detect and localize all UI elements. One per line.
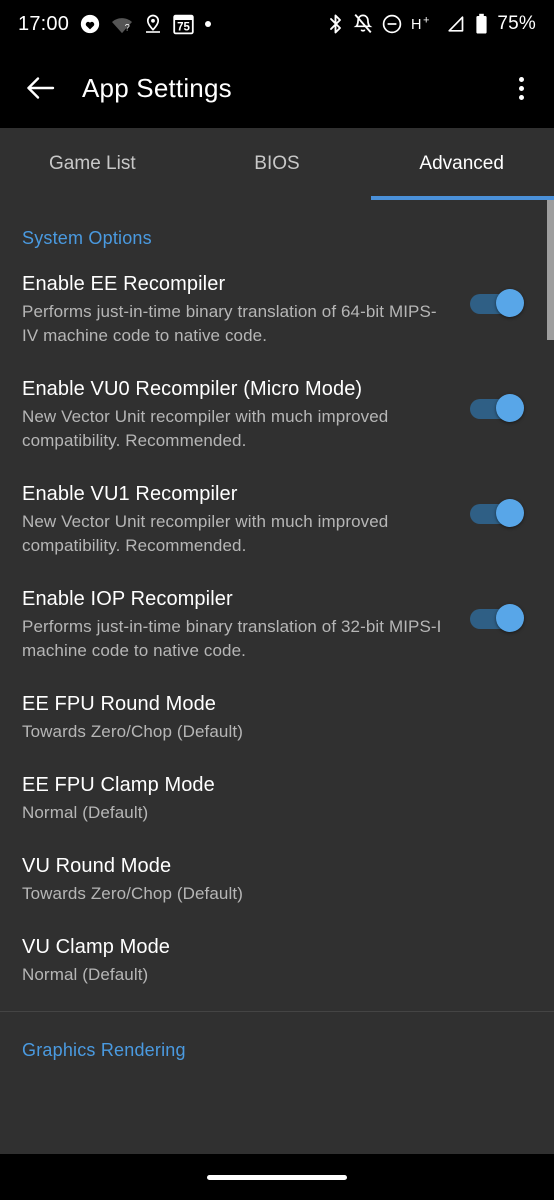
tab-label: Advanced: [419, 153, 504, 174]
app-bar: App Settings: [0, 48, 554, 128]
toggle-switch-iop-recompiler[interactable]: [470, 604, 524, 632]
setting-description: New Vector Unit recompiler with much imp…: [22, 407, 389, 450]
page-title: App Settings: [82, 72, 232, 103]
setting-row-enable-vu0-recompiler[interactable]: Enable VU0 Recompiler (Micro Mode) New V…: [0, 358, 554, 463]
overflow-dot-icon: [519, 94, 524, 100]
toggle-switch-vu0-recompiler[interactable]: [470, 394, 524, 422]
setting-value: Towards Zero/Chop (Default): [22, 884, 243, 903]
toggle-thumb: [496, 604, 524, 632]
row-text: VU Round Mode Towards Zero/Chop (Default…: [22, 853, 532, 906]
setting-row-enable-ee-recompiler[interactable]: Enable EE Recompiler Performs just-in-ti…: [0, 253, 554, 358]
svg-text:H: H: [411, 17, 421, 33]
calendar-icon: 75: [173, 14, 194, 35]
row-text: Enable IOP Recompiler Performs just-in-t…: [22, 586, 462, 663]
setting-row-vu-clamp-mode[interactable]: VU Clamp Mode Normal (Default): [0, 916, 554, 997]
tab-advanced[interactable]: Advanced: [369, 128, 554, 200]
setting-row-enable-iop-recompiler[interactable]: Enable IOP Recompiler Performs just-in-t…: [0, 568, 554, 673]
setting-title: VU Round Mode: [22, 855, 172, 877]
setting-title: EE FPU Clamp Mode: [22, 774, 215, 796]
notifications-muted-icon: [353, 13, 373, 35]
toggle-thumb: [496, 499, 524, 527]
section-header-graphics-rendering: Graphics Rendering: [22, 1040, 186, 1060]
overflow-dot-icon: [519, 85, 524, 91]
row-text: EE FPU Clamp Mode Normal (Default): [22, 772, 532, 825]
settings-list[interactable]: System Options Enable EE Recompiler Perf…: [0, 200, 554, 1154]
row-text: Enable EE Recompiler Performs just-in-ti…: [22, 271, 462, 348]
scrollbar-thumb[interactable]: [547, 200, 554, 340]
tab-bar: Game List BIOS Advanced: [0, 128, 554, 200]
toggle-thumb: [496, 394, 524, 422]
setting-description: Performs just-in-time binary translation…: [22, 302, 437, 345]
system-navigation-bar: [0, 1154, 554, 1200]
setting-title: Enable VU0 Recompiler (Micro Mode): [22, 378, 363, 400]
section-header-system-options: System Options: [22, 228, 152, 248]
dot-icon: [205, 21, 212, 27]
row-text: Enable VU1 Recompiler New Vector Unit re…: [22, 481, 462, 558]
setting-title: Enable EE Recompiler: [22, 273, 226, 295]
svg-text:?: ?: [125, 22, 130, 32]
back-button[interactable]: [10, 75, 72, 101]
battery-percentage: 75%: [497, 13, 536, 34]
setting-row-enable-vu1-recompiler[interactable]: Enable VU1 Recompiler New Vector Unit re…: [0, 463, 554, 568]
overflow-dot-icon: [519, 76, 524, 82]
toggle-container: [462, 481, 532, 527]
setting-row-vu-round-mode[interactable]: VU Round Mode Towards Zero/Chop (Default…: [0, 835, 554, 916]
toggle-container: [462, 586, 532, 632]
setting-row-ee-fpu-round-mode[interactable]: EE FPU Round Mode Towards Zero/Chop (Def…: [0, 673, 554, 754]
toggle-switch-vu1-recompiler[interactable]: [470, 499, 524, 527]
phone-screen: 17:00 ? 75 H + 75% App Settings Game Lis…: [0, 0, 554, 1200]
tab-bios[interactable]: BIOS: [185, 128, 370, 200]
toggle-container: [462, 271, 532, 317]
row-text: VU Clamp Mode Normal (Default): [22, 934, 532, 987]
status-bar: 17:00 ? 75 H + 75%: [0, 0, 554, 48]
signal-icon: [446, 14, 466, 34]
setting-value: Normal (Default): [22, 803, 149, 822]
wifi-unknown-icon: ?: [111, 14, 133, 34]
toggle-switch-ee-recompiler[interactable]: [470, 289, 524, 317]
setting-title: Enable VU1 Recompiler: [22, 483, 238, 505]
tab-label: BIOS: [254, 153, 300, 174]
status-bar-left: 17:00 ? 75: [18, 12, 212, 36]
toggle-container: [462, 376, 532, 422]
setting-value: Towards Zero/Chop (Default): [22, 722, 243, 741]
setting-title: Enable IOP Recompiler: [22, 588, 233, 610]
network-type-label: H +: [411, 14, 437, 34]
setting-title: EE FPU Round Mode: [22, 693, 217, 715]
bluetooth-icon: [327, 13, 344, 35]
setting-title: VU Clamp Mode: [22, 936, 171, 958]
setting-value: Normal (Default): [22, 965, 149, 984]
row-text: EE FPU Round Mode Towards Zero/Chop (Def…: [22, 691, 532, 744]
setting-description: New Vector Unit recompiler with much imp…: [22, 512, 389, 555]
setting-description: Performs just-in-time binary translation…: [22, 617, 442, 660]
location-pin-icon: [144, 14, 162, 34]
toggle-thumb: [496, 289, 524, 317]
battery-icon: [475, 13, 488, 35]
row-text: Enable VU0 Recompiler (Micro Mode) New V…: [22, 376, 462, 453]
status-bar-clock: 17:00: [18, 12, 70, 35]
tab-label: Game List: [49, 153, 136, 174]
back-arrow-icon: [27, 77, 55, 99]
overflow-menu-button[interactable]: [511, 69, 532, 108]
do-not-disturb-icon: [382, 14, 402, 34]
heart-icon: [80, 14, 100, 34]
tab-game-list[interactable]: Game List: [0, 128, 185, 200]
status-bar-right: H + 75%: [327, 13, 536, 35]
setting-row-ee-fpu-clamp-mode[interactable]: EE FPU Clamp Mode Normal (Default): [0, 754, 554, 835]
home-gesture-pill[interactable]: [207, 1174, 347, 1180]
calendar-day-number: 75: [177, 21, 190, 33]
svg-text:+: +: [423, 15, 429, 27]
